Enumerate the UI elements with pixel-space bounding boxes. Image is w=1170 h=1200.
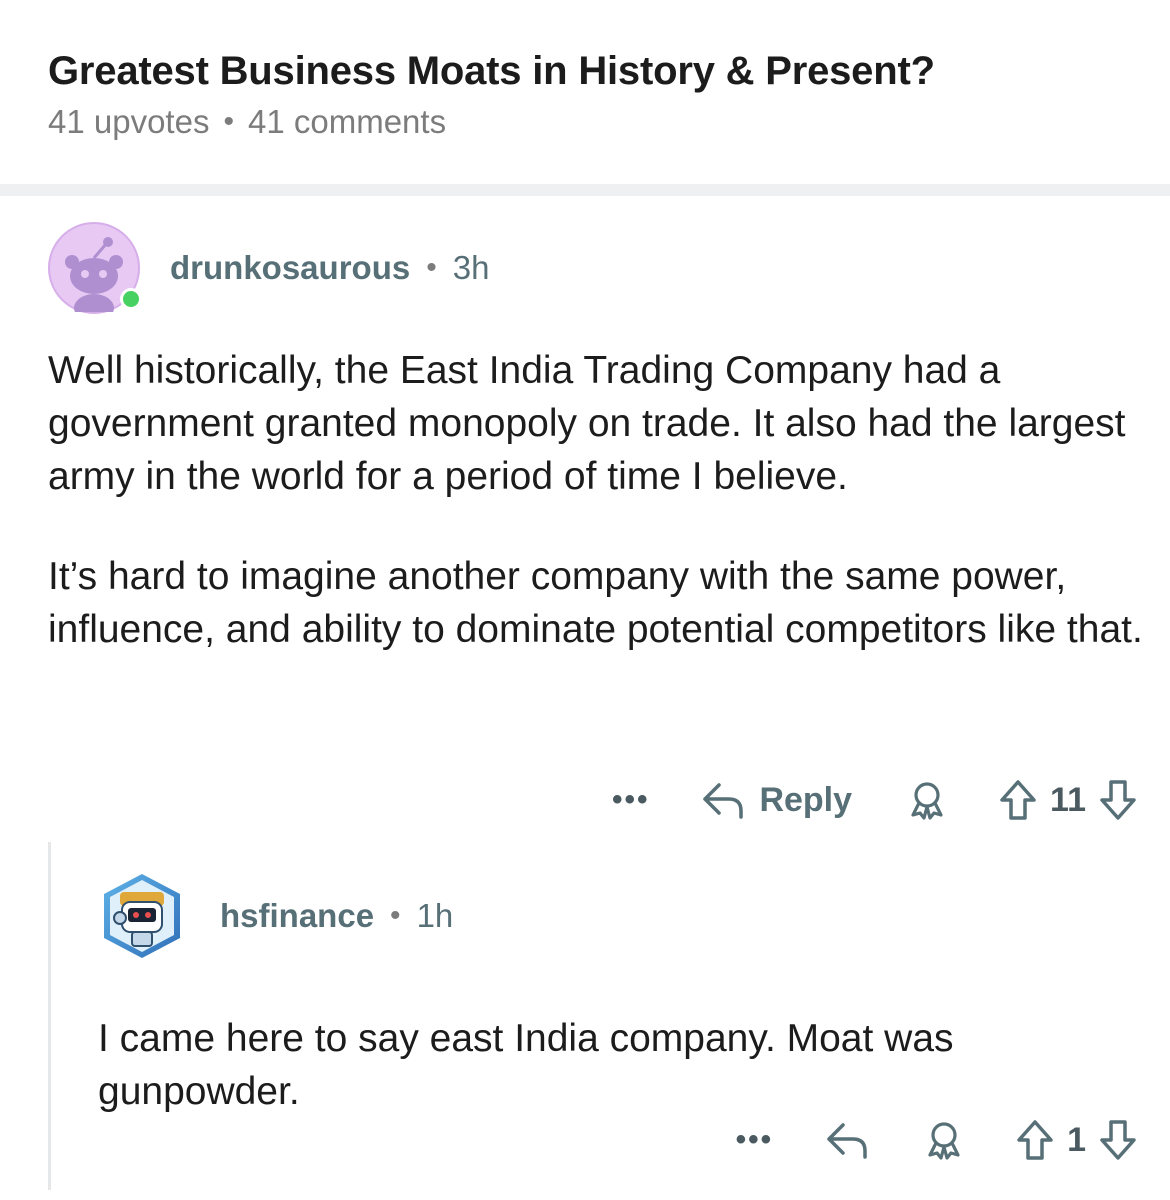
comment-header: drunkosaurous • 3h: [48, 220, 1148, 316]
author-name[interactable]: drunkosaurous: [170, 249, 410, 287]
reply-icon: [827, 1123, 867, 1159]
comment-body: I came here to say east India company. M…: [98, 1012, 1158, 1118]
comment-count[interactable]: 41 comments: [248, 102, 446, 142]
upvote-icon[interactable]: [1013, 1118, 1057, 1162]
comment-paragraph: It’s hard to imagine another company wit…: [48, 555, 1143, 651]
comment-actions: ••• Reply 11: [612, 770, 1140, 830]
reply-label: Reply: [759, 780, 853, 819]
post-title[interactable]: Greatest Business Moats in History & Pre…: [48, 40, 1128, 102]
award-icon: [911, 782, 943, 820]
comment-paragraph: I came here to say east India company. M…: [98, 1017, 954, 1113]
more-options-button[interactable]: •••: [612, 783, 650, 817]
reply-button[interactable]: Reply: [701, 781, 852, 820]
award-icon: [928, 1122, 960, 1160]
comment-header: hsfinance • 1h: [98, 868, 1158, 964]
author-name[interactable]: hsfinance: [220, 897, 374, 935]
post-meta: 41 upvotes • 41 comments: [48, 102, 1128, 142]
section-divider: [0, 184, 1170, 196]
vote-controls: 11: [996, 778, 1140, 822]
award-button[interactable]: [923, 1119, 965, 1161]
comment: drunkosaurous • 3h Well historically, th…: [48, 220, 1148, 656]
meta-separator: •: [426, 251, 437, 284]
meta-separator: •: [390, 899, 401, 932]
reply-icon: [703, 783, 744, 819]
comment-body: Well historically, the East India Tradin…: [48, 344, 1148, 656]
avatar[interactable]: [48, 222, 142, 314]
meta-separator: •: [223, 105, 234, 138]
more-options-button[interactable]: •••: [736, 1123, 774, 1157]
comment: hsfinance • 1h I came here to say east I…: [98, 868, 1158, 1118]
award-button[interactable]: [906, 779, 948, 821]
vote-controls: 1: [1013, 1118, 1140, 1162]
upvote-count: 41 upvotes: [48, 103, 210, 140]
comment-age: 1h: [416, 897, 454, 934]
comment-age: 3h: [452, 249, 490, 286]
online-status-dot: [120, 288, 142, 310]
vote-score: 1: [1067, 1120, 1086, 1159]
downvote-icon[interactable]: [1096, 1118, 1140, 1162]
nft-robot-avatar-icon: [104, 874, 180, 958]
comment-actions: ••• 1: [736, 1110, 1140, 1170]
avatar[interactable]: [98, 872, 186, 960]
downvote-icon[interactable]: [1096, 778, 1140, 822]
post-header: Greatest Business Moats in History & Pre…: [48, 40, 1128, 142]
comment-meta: hsfinance • 1h: [220, 897, 453, 935]
upvote-icon[interactable]: [996, 778, 1040, 822]
thread-line[interactable]: [48, 842, 51, 1190]
comment-paragraph: Well historically, the East India Tradin…: [48, 349, 1126, 498]
reply-button[interactable]: [825, 1121, 869, 1159]
comment-meta: drunkosaurous • 3h: [170, 249, 489, 287]
vote-score: 11: [1050, 780, 1086, 819]
